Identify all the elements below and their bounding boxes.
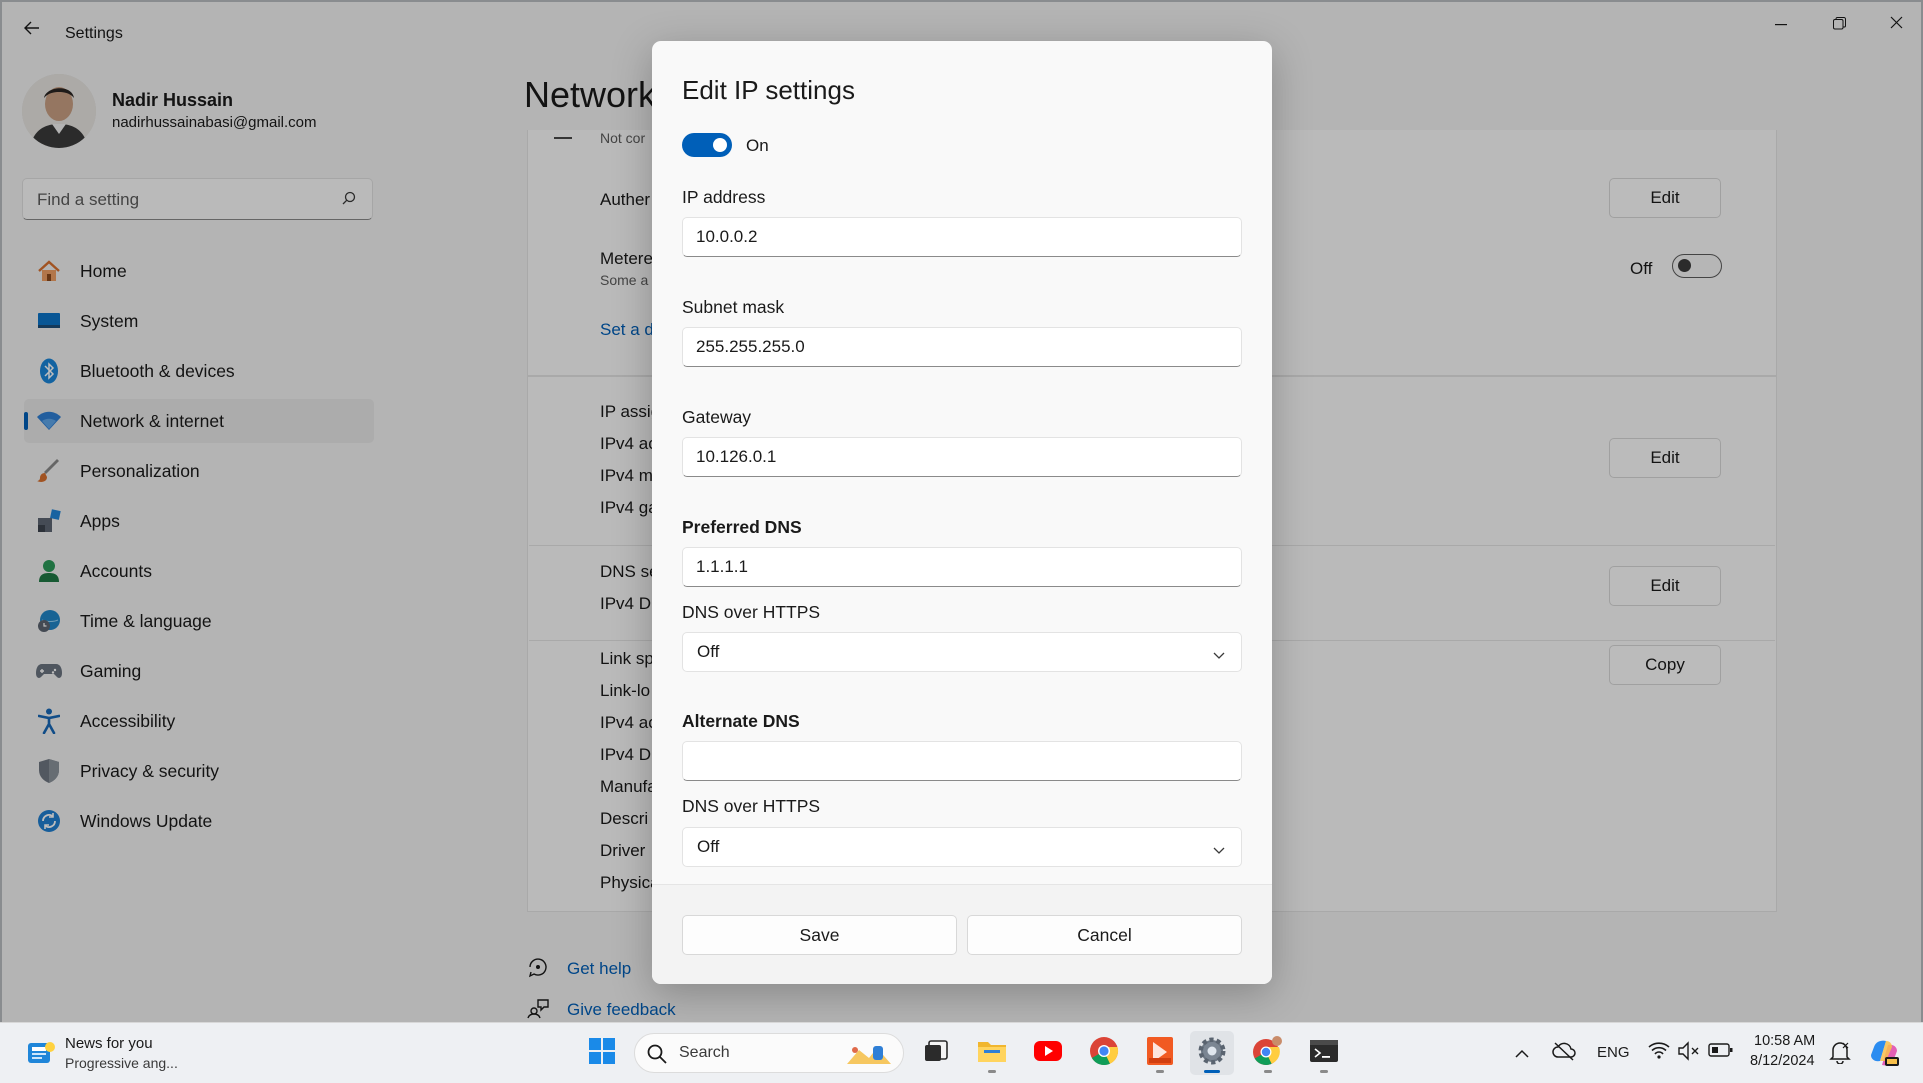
file-explorer-button[interactable] — [970, 1031, 1014, 1075]
taskbar: News for you Progressive ang... Search E… — [0, 1022, 1923, 1083]
news-subtitle: Progressive ang... — [65, 1055, 178, 1071]
alternate-doh-select[interactable]: Off — [682, 827, 1242, 867]
copilot-icon[interactable] — [1868, 1037, 1900, 1069]
terminal-icon — [1309, 1038, 1339, 1069]
alternate-doh-label: DNS over HTTPS — [682, 796, 821, 816]
subnet-mask-label: Subnet mask — [682, 297, 785, 317]
running-indicator — [988, 1070, 996, 1073]
running-indicator — [1156, 1070, 1164, 1073]
dialog-footer: Save Cancel — [652, 884, 1272, 984]
chevron-up-icon[interactable] — [1515, 1045, 1531, 1058]
gateway-label: Gateway — [682, 407, 752, 427]
preferred-doh-select[interactable]: Off — [682, 632, 1242, 672]
preferred-doh-label: DNS over HTTPS — [682, 602, 821, 622]
ip-address-input[interactable]: 10.0.0.2 — [682, 217, 1242, 257]
chrome-profile-icon — [1252, 1035, 1284, 1072]
search-icon — [647, 1044, 667, 1064]
chevron-down-icon — [1213, 645, 1227, 659]
taskbar-search-label: Search — [679, 1044, 730, 1061]
chrome-button[interactable] — [1082, 1031, 1126, 1075]
start-button[interactable] — [580, 1031, 624, 1075]
preferred-dns-label: Preferred DNS — [682, 517, 802, 537]
news-icon — [26, 1039, 56, 1067]
language-indicator[interactable]: ENG — [1597, 1044, 1630, 1061]
alternate-dns-label: Alternate DNS — [682, 711, 800, 731]
task-view-icon — [923, 1039, 949, 1068]
running-indicator — [1320, 1070, 1328, 1073]
news-widget[interactable]: News for you Progressive ang... — [22, 1033, 222, 1075]
toggle-knob — [713, 138, 727, 152]
taskbar-search[interactable]: Search — [634, 1033, 904, 1073]
wifi-icon[interactable] — [1648, 1041, 1670, 1061]
chrome-profile-button[interactable] — [1246, 1031, 1290, 1075]
clock-time[interactable]: 10:58 AM — [1754, 1033, 1815, 1049]
preferred-dns-input[interactable]: 1.1.1.1 — [682, 547, 1242, 587]
reader-icon — [1146, 1036, 1174, 1071]
file-explorer-icon — [977, 1038, 1007, 1069]
settings-button[interactable] — [1190, 1031, 1234, 1075]
battery-icon[interactable] — [1708, 1042, 1734, 1060]
save-button[interactable]: Save — [682, 915, 957, 955]
running-indicator — [1204, 1070, 1220, 1073]
subnet-mask-input[interactable]: 255.255.255.0 — [682, 327, 1242, 367]
youtube-icon — [1033, 1040, 1063, 1067]
volume-muted-icon[interactable] — [1677, 1041, 1701, 1061]
settings-icon — [1197, 1036, 1227, 1071]
ip-address-label: IP address — [682, 187, 766, 207]
terminal-button[interactable] — [1302, 1031, 1346, 1075]
gateway-input[interactable]: 10.126.0.1 — [682, 437, 1242, 477]
edit-ip-settings-dialog: Edit IP settings On IP address 10.0.0.2 … — [652, 41, 1272, 984]
chrome-icon — [1089, 1036, 1119, 1071]
reader-button[interactable] — [1138, 1031, 1182, 1075]
onedrive-offline-icon[interactable] — [1552, 1041, 1576, 1063]
notification-bell-icon[interactable] — [1829, 1040, 1851, 1065]
youtube-button[interactable] — [1026, 1031, 1070, 1075]
cancel-button[interactable]: Cancel — [967, 915, 1242, 955]
preferred-doh-value: Off — [697, 642, 720, 661]
alternate-dns-input[interactable] — [682, 741, 1242, 781]
clock-date[interactable]: 8/12/2024 — [1750, 1053, 1815, 1069]
alternate-doh-value: Off — [697, 837, 720, 856]
dialog-title: Edit IP settings — [682, 75, 855, 105]
ipv4-toggle-state: On — [746, 136, 769, 155]
chevron-down-icon — [1213, 840, 1227, 854]
search-highlight-icon — [845, 1040, 895, 1068]
ipv4-toggle[interactable] — [682, 133, 732, 157]
news-title: News for you — [65, 1035, 153, 1052]
start-icon — [588, 1037, 616, 1070]
running-indicator — [1264, 1070, 1272, 1073]
task-view-button[interactable] — [914, 1031, 958, 1075]
